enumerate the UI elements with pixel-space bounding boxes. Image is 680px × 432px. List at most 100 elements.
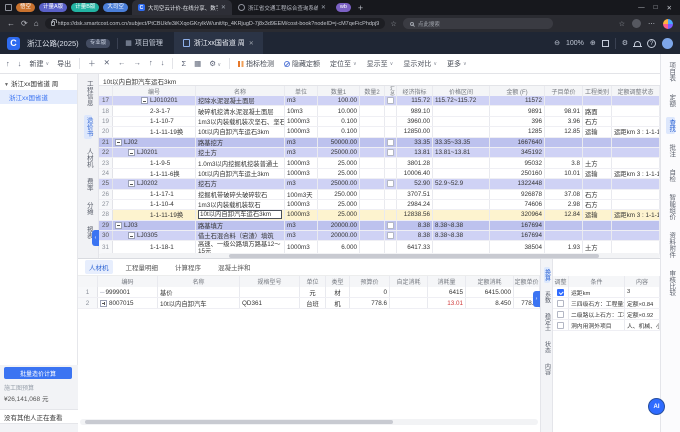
cell-qty2[interactable] bbox=[360, 169, 385, 178]
cell-adjust-check[interactable] bbox=[553, 287, 569, 297]
collapse-minus-icon[interactable] bbox=[115, 222, 122, 229]
cell-content[interactable]: 人、机械、小型机具 bbox=[625, 320, 660, 330]
cell-amount[interactable]: 1322448 bbox=[490, 179, 545, 188]
cell-range[interactable]: 13.81~13.81 bbox=[433, 148, 490, 157]
cell-price[interactable]: 0 bbox=[350, 287, 390, 297]
toolbar-action-显示对比[interactable]: 显示对比∨ bbox=[403, 59, 437, 69]
side-tab[interactable]: 系数 bbox=[544, 289, 550, 305]
cell-unit[interactable]: m3 bbox=[285, 231, 318, 240]
table-icon[interactable]: ▦ bbox=[194, 59, 201, 68]
right-strip-tab[interactable]: 资料附件 bbox=[666, 230, 675, 260]
cell-unit[interactable]: m3 bbox=[285, 96, 318, 105]
cell-unit-price[interactable]: 12.85 bbox=[545, 127, 583, 136]
toolbar-action-隐藏定额[interactable]: 隐藏定额 bbox=[284, 59, 320, 69]
cell-adjust[interactable] bbox=[612, 179, 660, 188]
side-tab[interactable]: 稳定土 bbox=[544, 311, 550, 333]
tree-root-item[interactable]: ▼浙江xx国省道 周 bbox=[0, 74, 77, 90]
cell-code[interactable]: 1-1-17-1 bbox=[113, 190, 196, 199]
cell-unit[interactable]: 台班 bbox=[300, 298, 326, 308]
cell-condition[interactable]: 三四级石方：工程量为压实 bbox=[569, 298, 625, 308]
cell-indicator[interactable]: 33.35 bbox=[397, 138, 433, 147]
cell-code[interactable]: LJ03 bbox=[113, 221, 196, 230]
cell-adjust[interactable] bbox=[612, 117, 660, 126]
cell-indicator[interactable]: 115.72 bbox=[397, 96, 433, 105]
cell-unit[interactable]: 1000m3 bbox=[285, 169, 318, 178]
cell-adjust-check[interactable] bbox=[553, 298, 569, 308]
cell-range[interactable]: 33.35~33.35 bbox=[433, 138, 490, 147]
cell-code[interactable]: LJ010201 bbox=[113, 96, 196, 105]
cell-unit[interactable]: m3 bbox=[285, 221, 318, 230]
cell-name[interactable]: 挖掘机带破碎头破碎软石 bbox=[196, 190, 285, 199]
cell-condition[interactable]: 洞内用洞外项目 bbox=[569, 320, 625, 330]
cell-category[interactable]: 运输 bbox=[583, 210, 612, 219]
scrollbar-thumb[interactable] bbox=[85, 420, 393, 424]
cell-consume[interactable]: 13.01 bbox=[428, 298, 466, 308]
left-strip-tab[interactable]: 人材机 bbox=[84, 146, 93, 170]
cell-unit-price[interactable]: 2.98 bbox=[545, 200, 583, 209]
cell-code[interactable]: LJ0202 bbox=[113, 179, 196, 188]
right-strip-tab[interactable]: 审核比较 bbox=[666, 268, 675, 298]
tab-close-icon[interactable]: ✕ bbox=[321, 4, 326, 11]
cell-code[interactable]: LJ0305 bbox=[113, 231, 196, 240]
grid-row[interactable]: 17LJ010201挖除水泥混凝土面层m3100.00115.72115.72~… bbox=[99, 96, 660, 106]
tab-group-pill[interactable]: 大司空 bbox=[103, 3, 128, 12]
home-button[interactable]: ⌂ bbox=[34, 19, 39, 28]
cell-name[interactable]: 10t以内自卸汽车运土3km bbox=[196, 169, 285, 178]
cell-range[interactable]: 8.38~8.38 bbox=[433, 231, 490, 240]
collapse-minus-icon[interactable] bbox=[128, 232, 135, 239]
cell-amount[interactable]: 396 bbox=[490, 117, 545, 126]
cell-indicator[interactable]: 3801.28 bbox=[397, 158, 433, 167]
collapse-minus-icon[interactable] bbox=[128, 180, 135, 187]
help-icon[interactable]: ? bbox=[647, 39, 656, 48]
cell-qty1[interactable]: 25.000 bbox=[318, 158, 360, 167]
cell-unit-price[interactable]: 37.08 bbox=[545, 190, 583, 199]
formula-bar[interactable]: 10t以内自卸汽车运石3km bbox=[99, 74, 660, 86]
cell-editor[interactable]: 10t以内自卸汽车运石3km bbox=[198, 210, 282, 219]
summary-checkbox[interactable] bbox=[387, 139, 394, 146]
cell-summary[interactable] bbox=[385, 117, 397, 126]
cell-summary[interactable] bbox=[385, 169, 397, 178]
batch-calc-button[interactable]: 批量造价计算 bbox=[4, 367, 72, 379]
cell-name[interactable]: 挖除水泥混凝土面层 bbox=[196, 96, 285, 105]
grid-row[interactable]: 30LJ0305借土石混合料（宕渣）填筑m320000.008.388.38~8… bbox=[99, 231, 660, 241]
resource-row[interactable]: 2800701510t以内自卸汽车QD361台班机778.613.018.450… bbox=[78, 298, 540, 309]
cell-code[interactable]: 1-1-9-5 bbox=[113, 158, 196, 167]
ai-assistant-button[interactable]: AI bbox=[648, 398, 665, 415]
menu-dots-icon[interactable]: ⋯ bbox=[648, 20, 656, 28]
bottom-tab[interactable]: 人材机 bbox=[85, 260, 113, 274]
cell-price[interactable]: 778.6 bbox=[350, 298, 390, 308]
grid-row[interactable]: 261-1-17-1挖掘机带破碎头破碎软石100m3天250.0003707.5… bbox=[99, 190, 660, 200]
cell-name[interactable]: 1.0m3以内挖掘机挖装普通土 bbox=[196, 158, 285, 167]
cell-content[interactable]: 3 bbox=[625, 287, 660, 297]
cell-code[interactable]: ─9999001 bbox=[98, 287, 158, 297]
expand-handle[interactable]: › bbox=[533, 291, 540, 307]
cell-adjust[interactable] bbox=[612, 200, 660, 209]
grid-row[interactable]: 29LJ03路基填方m320000.008.388.38~8.38167694 bbox=[99, 221, 660, 231]
browser-tab[interactable]: C大司空云计价-在线分享、数字价✕ bbox=[132, 0, 232, 15]
expand-plus-icon[interactable] bbox=[100, 300, 107, 307]
cell-code[interactable]: 2-3-1-7 bbox=[113, 106, 196, 115]
grid-row[interactable]: 22LJ0201挖土方m325000.0013.8113.81~13.81345… bbox=[99, 148, 660, 158]
cell-category[interactable]: 运输 bbox=[583, 169, 612, 178]
cell-unit[interactable]: 1000m3 bbox=[285, 117, 318, 126]
adjust-checkbox[interactable] bbox=[557, 311, 564, 318]
window-close-button[interactable]: ✕ bbox=[667, 4, 672, 12]
favorites-icon[interactable]: ☆ bbox=[619, 20, 625, 28]
summary-checkbox[interactable] bbox=[387, 149, 394, 156]
adjust-row[interactable]: 二级路以上石方：工程量为定额×0.92 bbox=[553, 309, 660, 320]
cell-range[interactable] bbox=[433, 158, 490, 167]
project-management-menu[interactable]: ▦ 项目管理 bbox=[125, 38, 163, 48]
cell-unit[interactable]: 1000m3 bbox=[285, 127, 318, 136]
cell-indicator[interactable]: 8.38 bbox=[397, 221, 433, 230]
bottom-tab[interactable]: 计算程序 bbox=[171, 260, 205, 274]
cell-qty2[interactable] bbox=[360, 96, 385, 105]
toolbar-action-显示至[interactable]: 显示至∨ bbox=[367, 59, 394, 69]
grid-row[interactable]: 191-1-10-71m3以内装载机装次坚石、坚石1000m30.1003960… bbox=[99, 117, 660, 127]
document-tab[interactable]: 浙江xx国省道 周 ✕ bbox=[174, 32, 263, 54]
cell-adjust[interactable] bbox=[612, 106, 660, 115]
address-bar[interactable]: https://dsk.smartcost.com.cn/subject/PtC… bbox=[45, 18, 385, 29]
cell-qty1[interactable]: 0.100 bbox=[318, 117, 360, 126]
grid-row[interactable]: 241-1-11-6换10t以内自卸汽车运土3km1000m325.000100… bbox=[99, 169, 660, 179]
cell-consume[interactable]: 6415 bbox=[428, 287, 466, 297]
cell-custom-consume[interactable] bbox=[390, 287, 428, 297]
